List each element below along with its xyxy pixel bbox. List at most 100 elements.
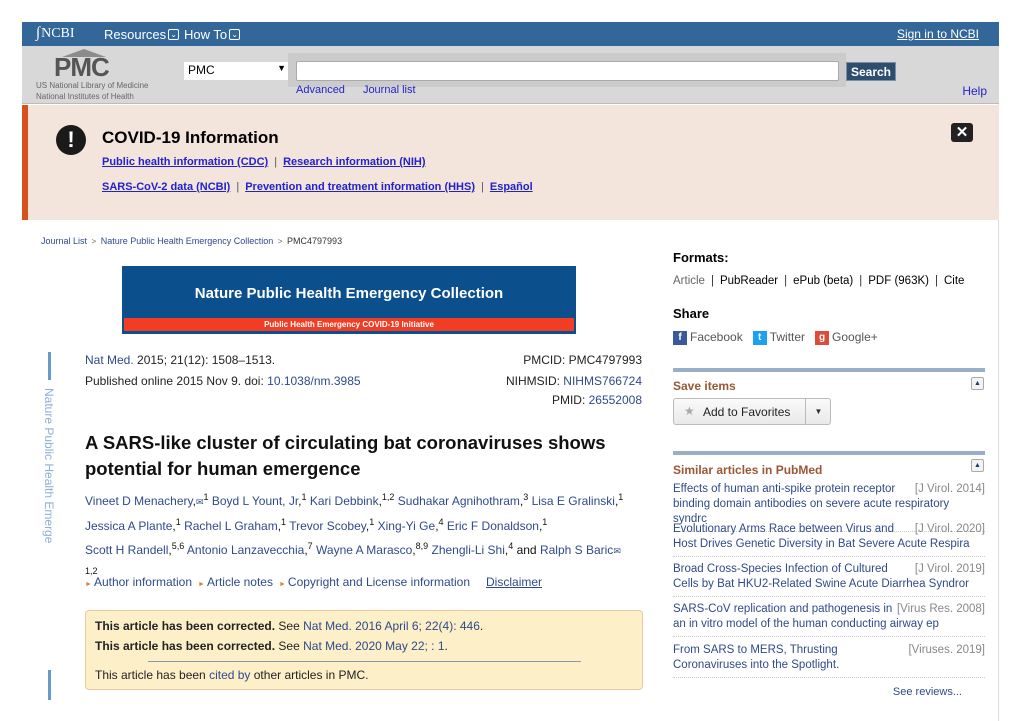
- author-link[interactable]: Sudhakar Agnihothram: [398, 494, 520, 508]
- correction-line: This article has been corrected. See Nat…: [95, 639, 448, 653]
- article-title: A SARS-like cluster of circulating bat c…: [85, 432, 606, 479]
- similar-article-item[interactable]: [J Virol. 2019] Broad Cross-Species Infec…: [673, 562, 985, 597]
- author-link[interactable]: Rachel L Graham: [184, 519, 278, 533]
- collapse-icon[interactable]: ▲: [971, 459, 984, 472]
- nlm-line: US National Library of Medicine: [36, 81, 149, 90]
- collapse-icon[interactable]: ▲: [971, 377, 984, 390]
- author-link[interactable]: Wayne A Marasco: [316, 543, 412, 557]
- similar-article-item[interactable]: [J Virol. 2020] Evolutionary Arms Race be…: [673, 522, 985, 557]
- cited-by-link[interactable]: cited by: [209, 668, 250, 682]
- affiliation-sup[interactable]: 1: [176, 517, 181, 527]
- author-link[interactable]: Lisa E Gralinski: [532, 494, 615, 508]
- facebook-icon: f: [673, 330, 687, 345]
- correction-bold: This article has been corrected.: [95, 639, 276, 653]
- resources-label: Resources: [104, 27, 167, 42]
- breadcrumb-arrow-icon: >: [277, 237, 283, 246]
- ncbi-logo[interactable]: ∫ NCBI: [36, 25, 75, 42]
- resources-menu[interactable]: Resources ⌄: [104, 27, 180, 42]
- affiliation-sup[interactable]: 1: [204, 492, 209, 502]
- ncbi-data-link[interactable]: SARS-CoV-2 data (NCBI): [102, 181, 230, 193]
- author-link[interactable]: Xing-Yi Ge: [378, 519, 436, 533]
- affiliation-sup[interactable]: 1: [542, 517, 547, 527]
- similar-article-item[interactable]: [Virus Res. 2008] SARS-CoV replication an…: [673, 602, 985, 637]
- close-icon[interactable]: ✕: [951, 123, 973, 142]
- search-button[interactable]: Search: [846, 62, 896, 81]
- correction-link[interactable]: Nat Med. 2016 April 6; 22(4): 446: [303, 619, 480, 633]
- cdc-link[interactable]: Public health information (CDC): [102, 156, 268, 168]
- author-link[interactable]: Ralph S Baric: [540, 543, 613, 557]
- side-accent-bar: [48, 352, 51, 380]
- affiliation-sup[interactable]: 7: [308, 541, 313, 551]
- see-text: See: [275, 619, 304, 633]
- share-twitter[interactable]: t Twitter: [752, 330, 805, 345]
- ncbi-helix-icon: ∫: [36, 25, 40, 41]
- chevron-down-icon[interactable]: ▼: [805, 399, 831, 424]
- similar-article-source: [Viruses. 2019]: [908, 644, 985, 656]
- correction-link[interactable]: Nat Med. 2020 May 22; : 1: [303, 639, 444, 653]
- affiliation-sup[interactable]: 8,9: [416, 541, 429, 551]
- doi-link[interactable]: 10.1038/nm.3985: [267, 374, 360, 388]
- affiliation-sup[interactable]: 1,2: [382, 492, 395, 502]
- author-information-toggle[interactable]: ► Author information: [85, 575, 192, 589]
- affiliation-sup[interactable]: 1: [369, 517, 374, 527]
- author-link[interactable]: Zhengli-Li Shi: [432, 543, 505, 557]
- triangle-right-icon: ►: [85, 581, 92, 588]
- formats-heading: Formats:: [673, 250, 729, 265]
- breadcrumb-journal-list[interactable]: Journal List: [41, 236, 87, 246]
- affiliation-sup[interactable]: 3: [523, 492, 528, 502]
- pmc-logo[interactable]: PMC: [54, 52, 110, 83]
- author-link[interactable]: Antonio Lanzavecchia: [187, 543, 304, 557]
- side-collection-label: Nature Public Health Emerge: [42, 388, 56, 544]
- similar-article-source: [J Virol. 2020]: [914, 523, 985, 535]
- pmid-link[interactable]: 26552008: [589, 393, 642, 407]
- breadcrumb-collection[interactable]: Nature Public Health Emergency Collectio…: [101, 236, 274, 246]
- author-link[interactable]: Eric F Donaldson: [447, 519, 539, 533]
- format-pdf-link[interactable]: PDF (963K): [868, 275, 929, 287]
- correction-bold: This article has been corrected.: [95, 619, 276, 633]
- how-to-menu[interactable]: How To ⌄: [184, 27, 241, 42]
- format-epub-link[interactable]: ePub (beta): [793, 275, 853, 287]
- search-input[interactable]: [296, 61, 839, 81]
- affiliation-sup[interactable]: 1: [281, 517, 286, 527]
- pmcid: PMCID: PMC4797993: [523, 353, 642, 367]
- share-google-plus[interactable]: g Google+: [815, 330, 878, 345]
- covid-title: COVID-19 Information: [102, 128, 279, 147]
- affiliation-sup[interactable]: 1: [302, 492, 307, 502]
- disclaimer-link[interactable]: Disclaimer: [486, 575, 542, 589]
- help-link[interactable]: Help: [962, 84, 987, 98]
- advanced-link[interactable]: Advanced: [296, 84, 345, 96]
- author-link[interactable]: Trevor Scobey: [289, 519, 366, 533]
- affiliation-sup[interactable]: 5,6: [172, 541, 185, 551]
- affiliation-sup[interactable]: 1: [618, 492, 623, 502]
- journal-list-link[interactable]: Journal list: [363, 84, 416, 96]
- sign-in-link[interactable]: Sign in to NCBI: [897, 27, 979, 41]
- format-pubreader-link[interactable]: PubReader: [720, 275, 778, 287]
- covid-links-row2: SARS-CoV-2 data (NCBI) | Prevention and tr…: [102, 181, 533, 193]
- email-icon[interactable]: ✉: [613, 546, 621, 556]
- affiliation-sup[interactable]: 4: [439, 517, 444, 527]
- copyright-toggle[interactable]: ► Copyright and License information: [279, 575, 470, 589]
- affiliation-sup[interactable]: 4: [508, 541, 513, 551]
- citation-line: Nat Med. 2015; 21(12): 1508–1513.: [85, 353, 275, 367]
- breadcrumb-arrow-icon: >: [91, 237, 97, 246]
- author-link[interactable]: Kari Debbink: [310, 494, 379, 508]
- share-facebook[interactable]: f Facebook: [673, 330, 743, 345]
- add-to-favorites-button[interactable]: ★ Add to Favorites ▼: [673, 398, 831, 425]
- email-icon[interactable]: ✉: [196, 497, 204, 507]
- similar-article-item[interactable]: [Viruses. 2019] From SARS to MERS, Thrust…: [673, 643, 985, 678]
- author-link[interactable]: Scott H Randell: [85, 543, 168, 557]
- author-link[interactable]: Vineet D Menachery: [85, 494, 193, 508]
- database-select[interactable]: PMC ▼: [184, 62, 289, 80]
- article-notes-toggle[interactable]: ► Article notes: [198, 575, 273, 589]
- format-cite-link[interactable]: Cite: [944, 275, 964, 287]
- author-link[interactable]: Boyd L Yount, Jr: [212, 494, 298, 508]
- hhs-link[interactable]: Prevention and treatment information (HH…: [245, 181, 475, 193]
- nihmsid-link[interactable]: NIHMS766724: [563, 374, 642, 388]
- author-link[interactable]: Jessica A Plante: [85, 519, 172, 533]
- espanol-link[interactable]: Español: [490, 181, 533, 193]
- see-reviews-link[interactable]: See reviews...: [893, 686, 962, 698]
- journal-link[interactable]: Nat Med.: [85, 353, 134, 367]
- nih-link[interactable]: Research information (NIH): [283, 156, 425, 168]
- collection-banner[interactable]: Nature Public Health Emergency Collectio…: [122, 266, 576, 334]
- nihmsid-label: NIHMSID:: [505, 374, 564, 388]
